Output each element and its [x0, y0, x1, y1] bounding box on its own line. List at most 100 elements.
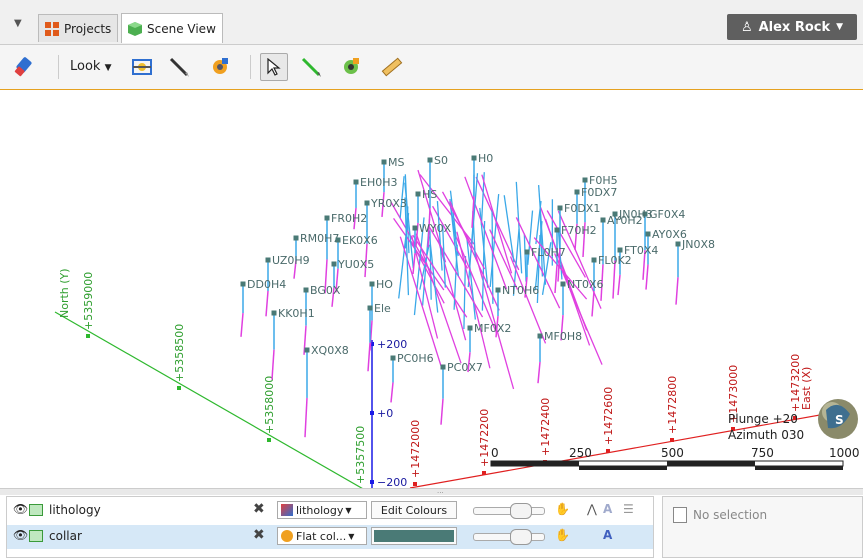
drillhole-trace[interactable] [523, 233, 527, 282]
collar-marker[interactable] [582, 177, 588, 183]
user-menu-button[interactable]: ♙ Alex Rock ▼ [727, 14, 857, 40]
drillhole-trace[interactable] [304, 397, 308, 438]
drillhole-trace[interactable] [271, 349, 275, 380]
legend-icon[interactable]: ☰ [623, 502, 634, 516]
green-pen-icon [301, 57, 321, 77]
collar-marker[interactable] [293, 235, 299, 241]
slice-tool-button[interactable] [128, 53, 156, 81]
chevron-down-icon: ▼ [104, 63, 112, 73]
collar-marker[interactable] [367, 305, 373, 311]
eye-icon[interactable]: 👁 [13, 528, 28, 542]
drillhole-trace[interactable] [675, 277, 679, 305]
filter-icon[interactable]: ✋ [555, 502, 570, 516]
layer-row-collar[interactable]: 👁 collar ✖ Flat col... ▼ ✋ A [7, 525, 653, 549]
collar-marker[interactable] [591, 257, 597, 263]
collar-marker[interactable] [645, 231, 651, 237]
drillhole-trace[interactable] [437, 240, 467, 341]
pane-splitter[interactable]: ··· [0, 488, 863, 497]
elevation-tick-label: +0 [377, 407, 393, 420]
edit-colours-button[interactable]: Edit Colours [371, 501, 457, 519]
collar-marker[interactable] [240, 281, 246, 287]
drillhole-trace[interactable] [440, 398, 444, 425]
collar-marker[interactable] [524, 249, 530, 255]
filter-icon[interactable]: ✋ [555, 528, 570, 542]
pick-pen-tool-button[interactable] [297, 53, 325, 81]
collar-marker[interactable] [353, 179, 359, 185]
collar-marker[interactable] [415, 191, 421, 197]
colour-mode-select[interactable]: lithology ▼ [277, 501, 367, 519]
scene-canvas[interactable]: North (Y) +5359000 +5358500 +5358000 +53575… [0, 90, 863, 488]
tab-projects[interactable]: Projects [38, 14, 119, 42]
drillhole-trace[interactable] [509, 256, 547, 344]
collar-marker[interactable] [675, 241, 681, 247]
collar-marker[interactable] [412, 225, 418, 231]
collar-marker[interactable] [600, 217, 606, 223]
collar-marker[interactable] [557, 205, 563, 211]
remove-icon[interactable]: ✖ [253, 527, 265, 543]
tab-scene-view[interactable]: Scene View [121, 13, 223, 43]
collar-marker[interactable] [303, 287, 309, 293]
collar-label: FL0H7 [531, 246, 566, 259]
collar-marker[interactable] [331, 261, 337, 267]
collar-label: UZ0H9 [272, 254, 310, 267]
lines-style-icon[interactable]: ⋀ [587, 502, 597, 516]
table-layer-icon [29, 504, 43, 516]
drillhole-trace[interactable] [645, 264, 649, 290]
tab-menu-icon[interactable]: ▼ [14, 18, 22, 29]
collar-label: BG0X [310, 284, 341, 297]
collar-marker[interactable] [612, 211, 618, 217]
layer-row-lithology[interactable]: 👁 lithology ✖ lithology ▼ Edit Colours ✋… [7, 499, 653, 523]
drillhole-trace[interactable] [390, 382, 394, 403]
collar-label: HS [422, 188, 437, 201]
opacity-slider[interactable] [473, 503, 545, 519]
collar-marker[interactable] [335, 237, 341, 243]
opacity-slider[interactable] [473, 529, 545, 545]
collar-marker[interactable] [440, 364, 446, 370]
collar-marker[interactable] [324, 215, 330, 221]
collar-marker[interactable] [304, 347, 310, 353]
drillhole-trace[interactable] [537, 361, 541, 384]
collar-marker[interactable] [427, 157, 433, 163]
drillhole-trace[interactable] [617, 274, 621, 296]
collar-marker[interactable] [381, 159, 387, 165]
drillhole-trace[interactable] [412, 253, 416, 275]
remove-icon[interactable]: ✖ [253, 501, 265, 517]
collar-marker[interactable] [364, 200, 370, 206]
draw-line-tool-button[interactable] [165, 53, 193, 81]
drillhole-trace[interactable] [240, 312, 244, 337]
select-pointer-button[interactable] [260, 53, 288, 81]
collar-marker[interactable] [537, 333, 543, 339]
collar-marker[interactable] [271, 310, 277, 316]
label-a-icon[interactable]: A [603, 528, 612, 542]
drillhole-trace[interactable] [591, 290, 595, 317]
colour-mode-select[interactable]: Flat col... ▼ [277, 527, 367, 545]
slider-knob[interactable] [510, 503, 532, 519]
collar-marker[interactable] [554, 227, 560, 233]
collar-marker[interactable] [560, 281, 566, 287]
eye-icon[interactable]: 👁 [13, 502, 28, 516]
drillhole-trace[interactable] [481, 174, 513, 274]
drillhole-trace[interactable] [491, 209, 494, 304]
eraser-tool-button[interactable] [10, 53, 38, 81]
collar-marker[interactable] [265, 257, 271, 263]
measure-ruler-button[interactable] [378, 53, 406, 81]
label-a-icon[interactable]: A [603, 502, 612, 516]
colour-swatch-button[interactable] [371, 527, 457, 545]
look-menu-button[interactable]: Look ▼ [70, 59, 112, 74]
drillhole-trace[interactable] [367, 342, 371, 372]
scene-viewport[interactable]: North (Y) +5359000 +5358500 +5358000 +53575… [0, 90, 863, 488]
collar-marker[interactable] [467, 325, 473, 331]
collar-marker[interactable] [390, 355, 396, 361]
north-axis-line [54, 311, 363, 488]
collar-marker[interactable] [617, 247, 623, 253]
green-gear-tool-button[interactable] [337, 53, 365, 81]
collar-marker[interactable] [369, 281, 375, 287]
collar-marker[interactable] [471, 155, 477, 161]
drillhole-trace[interactable] [554, 264, 558, 294]
drillhole-trace[interactable] [265, 290, 269, 317]
collar-marker[interactable] [574, 189, 580, 195]
collar-marker[interactable] [495, 287, 501, 293]
orientation-globe-icon[interactable]: S [818, 399, 858, 439]
slider-knob[interactable] [510, 529, 532, 545]
gear-tool-button[interactable] [206, 53, 234, 81]
